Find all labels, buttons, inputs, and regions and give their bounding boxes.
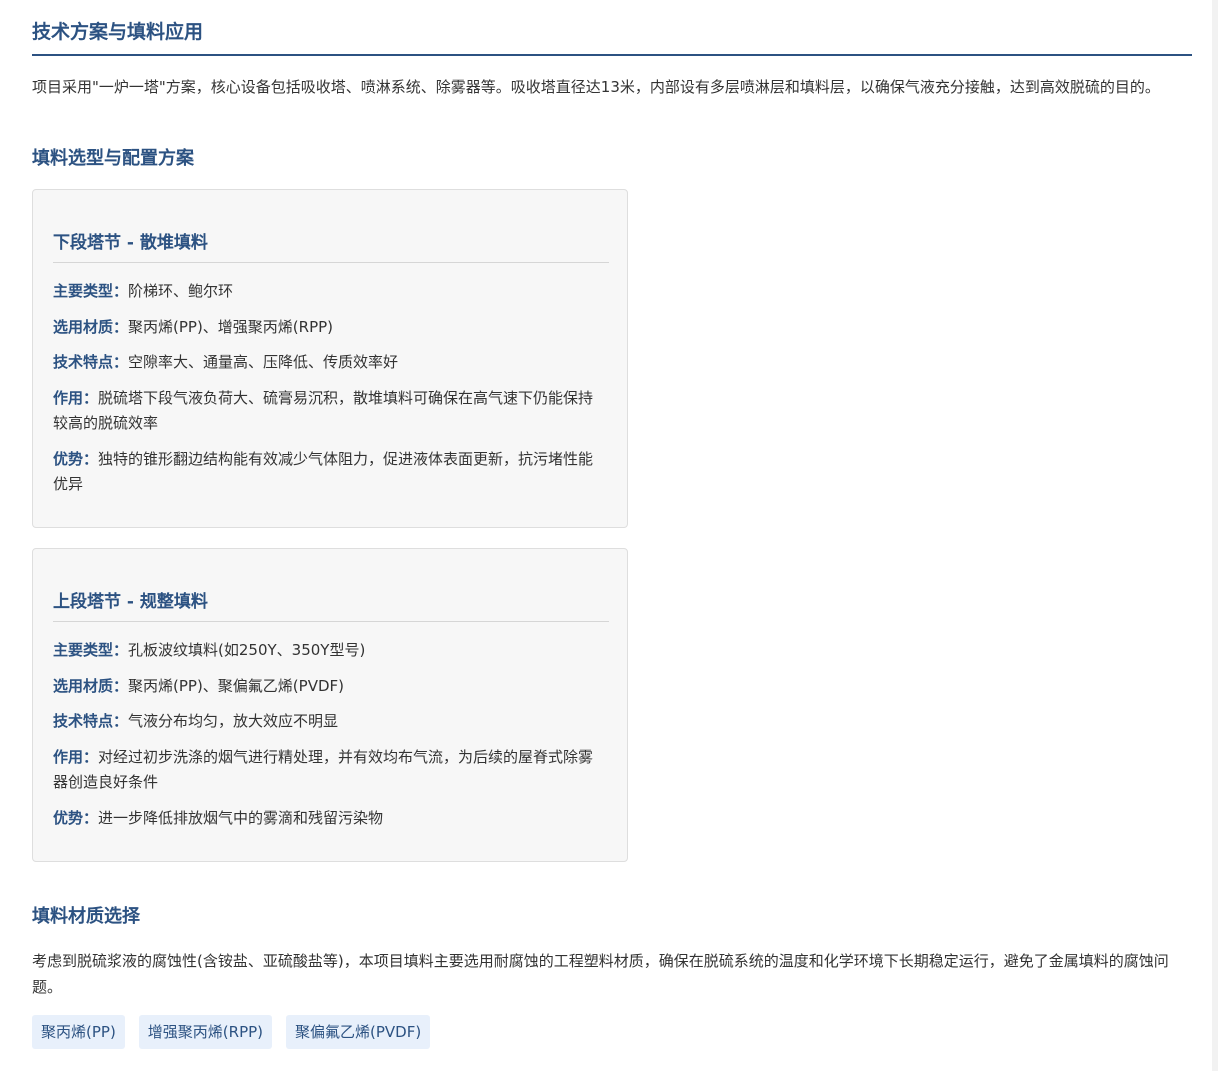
section-heading-packing-selection: 填料选型与配置方案 <box>32 148 194 169</box>
packing-card-lower: 下段塔节 - 散堆填料 主要类型：阶梯环、鲍尔环 选用材质：聚丙烯(PP)、增强… <box>32 189 628 528</box>
row-label: 技术特点： <box>53 712 129 730</box>
page-title: 技术方案与填料应用 <box>32 21 204 43</box>
material-tags: 聚丙烯(PP) 增强聚丙烯(RPP) 聚偏氟乙烯(PVDF) <box>32 1015 431 1049</box>
card-row-material: 选用材质：聚丙烯(PP)、增强聚丙烯(RPP) <box>53 315 605 340</box>
card-divider <box>53 621 609 622</box>
card-row-material: 选用材质：聚丙烯(PP)、聚偏氟乙烯(PVDF) <box>53 674 605 699</box>
row-label: 技术特点： <box>53 353 129 371</box>
row-value: 聚丙烯(PP)、增强聚丙烯(RPP) <box>128 318 334 336</box>
page: 技术方案与填料应用 项目采用"一炉一塔"方案，核心设备包括吸收塔、喷淋系统、除雾… <box>0 0 1218 1071</box>
card-title: 下段塔节 - 散堆填料 <box>53 233 208 253</box>
row-value: 空隙率大、通量高、压降低、传质效率好 <box>128 353 399 371</box>
row-value: 孔板波纹填料(如250Y、350Y型号) <box>128 641 366 659</box>
row-label: 优势： <box>53 809 99 827</box>
row-value: 对经过初步洗涤的烟气进行精处理，并有效均布气流，为后续的屋脊式除雾器创造良好条件 <box>53 748 594 791</box>
row-value: 聚丙烯(PP)、聚偏氟乙烯(PVDF) <box>128 677 345 695</box>
card-row-type: 主要类型：孔板波纹填料(如250Y、350Y型号) <box>53 638 605 663</box>
row-label: 优势： <box>53 450 99 468</box>
card-row-features: 技术特点：空隙率大、通量高、压降低、传质效率好 <box>53 350 605 375</box>
card-row-function: 作用：对经过初步洗涤的烟气进行精处理，并有效均布气流，为后续的屋脊式除雾器创造良… <box>53 745 605 795</box>
section-heading-material-selection: 填料材质选择 <box>32 906 140 927</box>
document-content: 技术方案与填料应用 项目采用"一炉一塔"方案，核心设备包括吸收塔、喷淋系统、除雾… <box>12 0 1212 1071</box>
card-row-type: 主要类型：阶梯环、鲍尔环 <box>53 279 605 304</box>
material-tag: 聚偏氟乙烯(PVDF) <box>286 1015 431 1049</box>
row-value: 脱硫塔下段气液负荷大、硫膏易沉积，散堆填料可确保在高气速下仍能保持较高的脱硫效率 <box>53 389 594 432</box>
material-tag: 聚丙烯(PP) <box>32 1015 125 1049</box>
row-value: 进一步降低排放烟气中的雾滴和残留污染物 <box>98 809 384 827</box>
intro-paragraph: 项目采用"一炉一塔"方案，核心设备包括吸收塔、喷淋系统、除雾器等。吸收塔直径达1… <box>32 78 1160 96</box>
row-label: 主要类型： <box>53 282 129 300</box>
material-tag: 增强聚丙烯(RPP) <box>138 1015 273 1049</box>
title-divider <box>32 54 1192 56</box>
card-row-advantage: 优势：独特的锥形翻边结构能有效减少气体阻力，促进液体表面更新，抗污堵性能优异 <box>53 447 605 497</box>
scrollbar[interactable] <box>1212 0 1218 1071</box>
packing-card-upper: 上段塔节 - 规整填料 主要类型：孔板波纹填料(如250Y、350Y型号) 选用… <box>32 548 628 862</box>
material-paragraph: 考虑到脱硫浆液的腐蚀性(含铵盐、亚硫酸盐等)，本项目填料主要选用耐腐蚀的工程塑料… <box>32 952 1169 996</box>
row-label: 选用材质： <box>53 318 129 336</box>
card-row-function: 作用：脱硫塔下段气液负荷大、硫膏易沉积，散堆填料可确保在高气速下仍能保持较高的脱… <box>53 386 605 436</box>
row-label: 作用： <box>53 748 99 766</box>
row-label: 作用： <box>53 389 99 407</box>
row-value: 独特的锥形翻边结构能有效减少气体阻力，促进液体表面更新，抗污堵性能优异 <box>53 450 594 493</box>
row-value: 阶梯环、鲍尔环 <box>128 282 234 300</box>
card-row-advantage: 优势：进一步降低排放烟气中的雾滴和残留污染物 <box>53 806 605 831</box>
row-label: 选用材质： <box>53 677 129 695</box>
card-title: 上段塔节 - 规整填料 <box>53 592 208 612</box>
row-value: 气液分布均匀，放大效应不明显 <box>128 712 339 730</box>
card-row-features: 技术特点：气液分布均匀，放大效应不明显 <box>53 709 605 734</box>
card-divider <box>53 262 609 263</box>
row-label: 主要类型： <box>53 641 129 659</box>
